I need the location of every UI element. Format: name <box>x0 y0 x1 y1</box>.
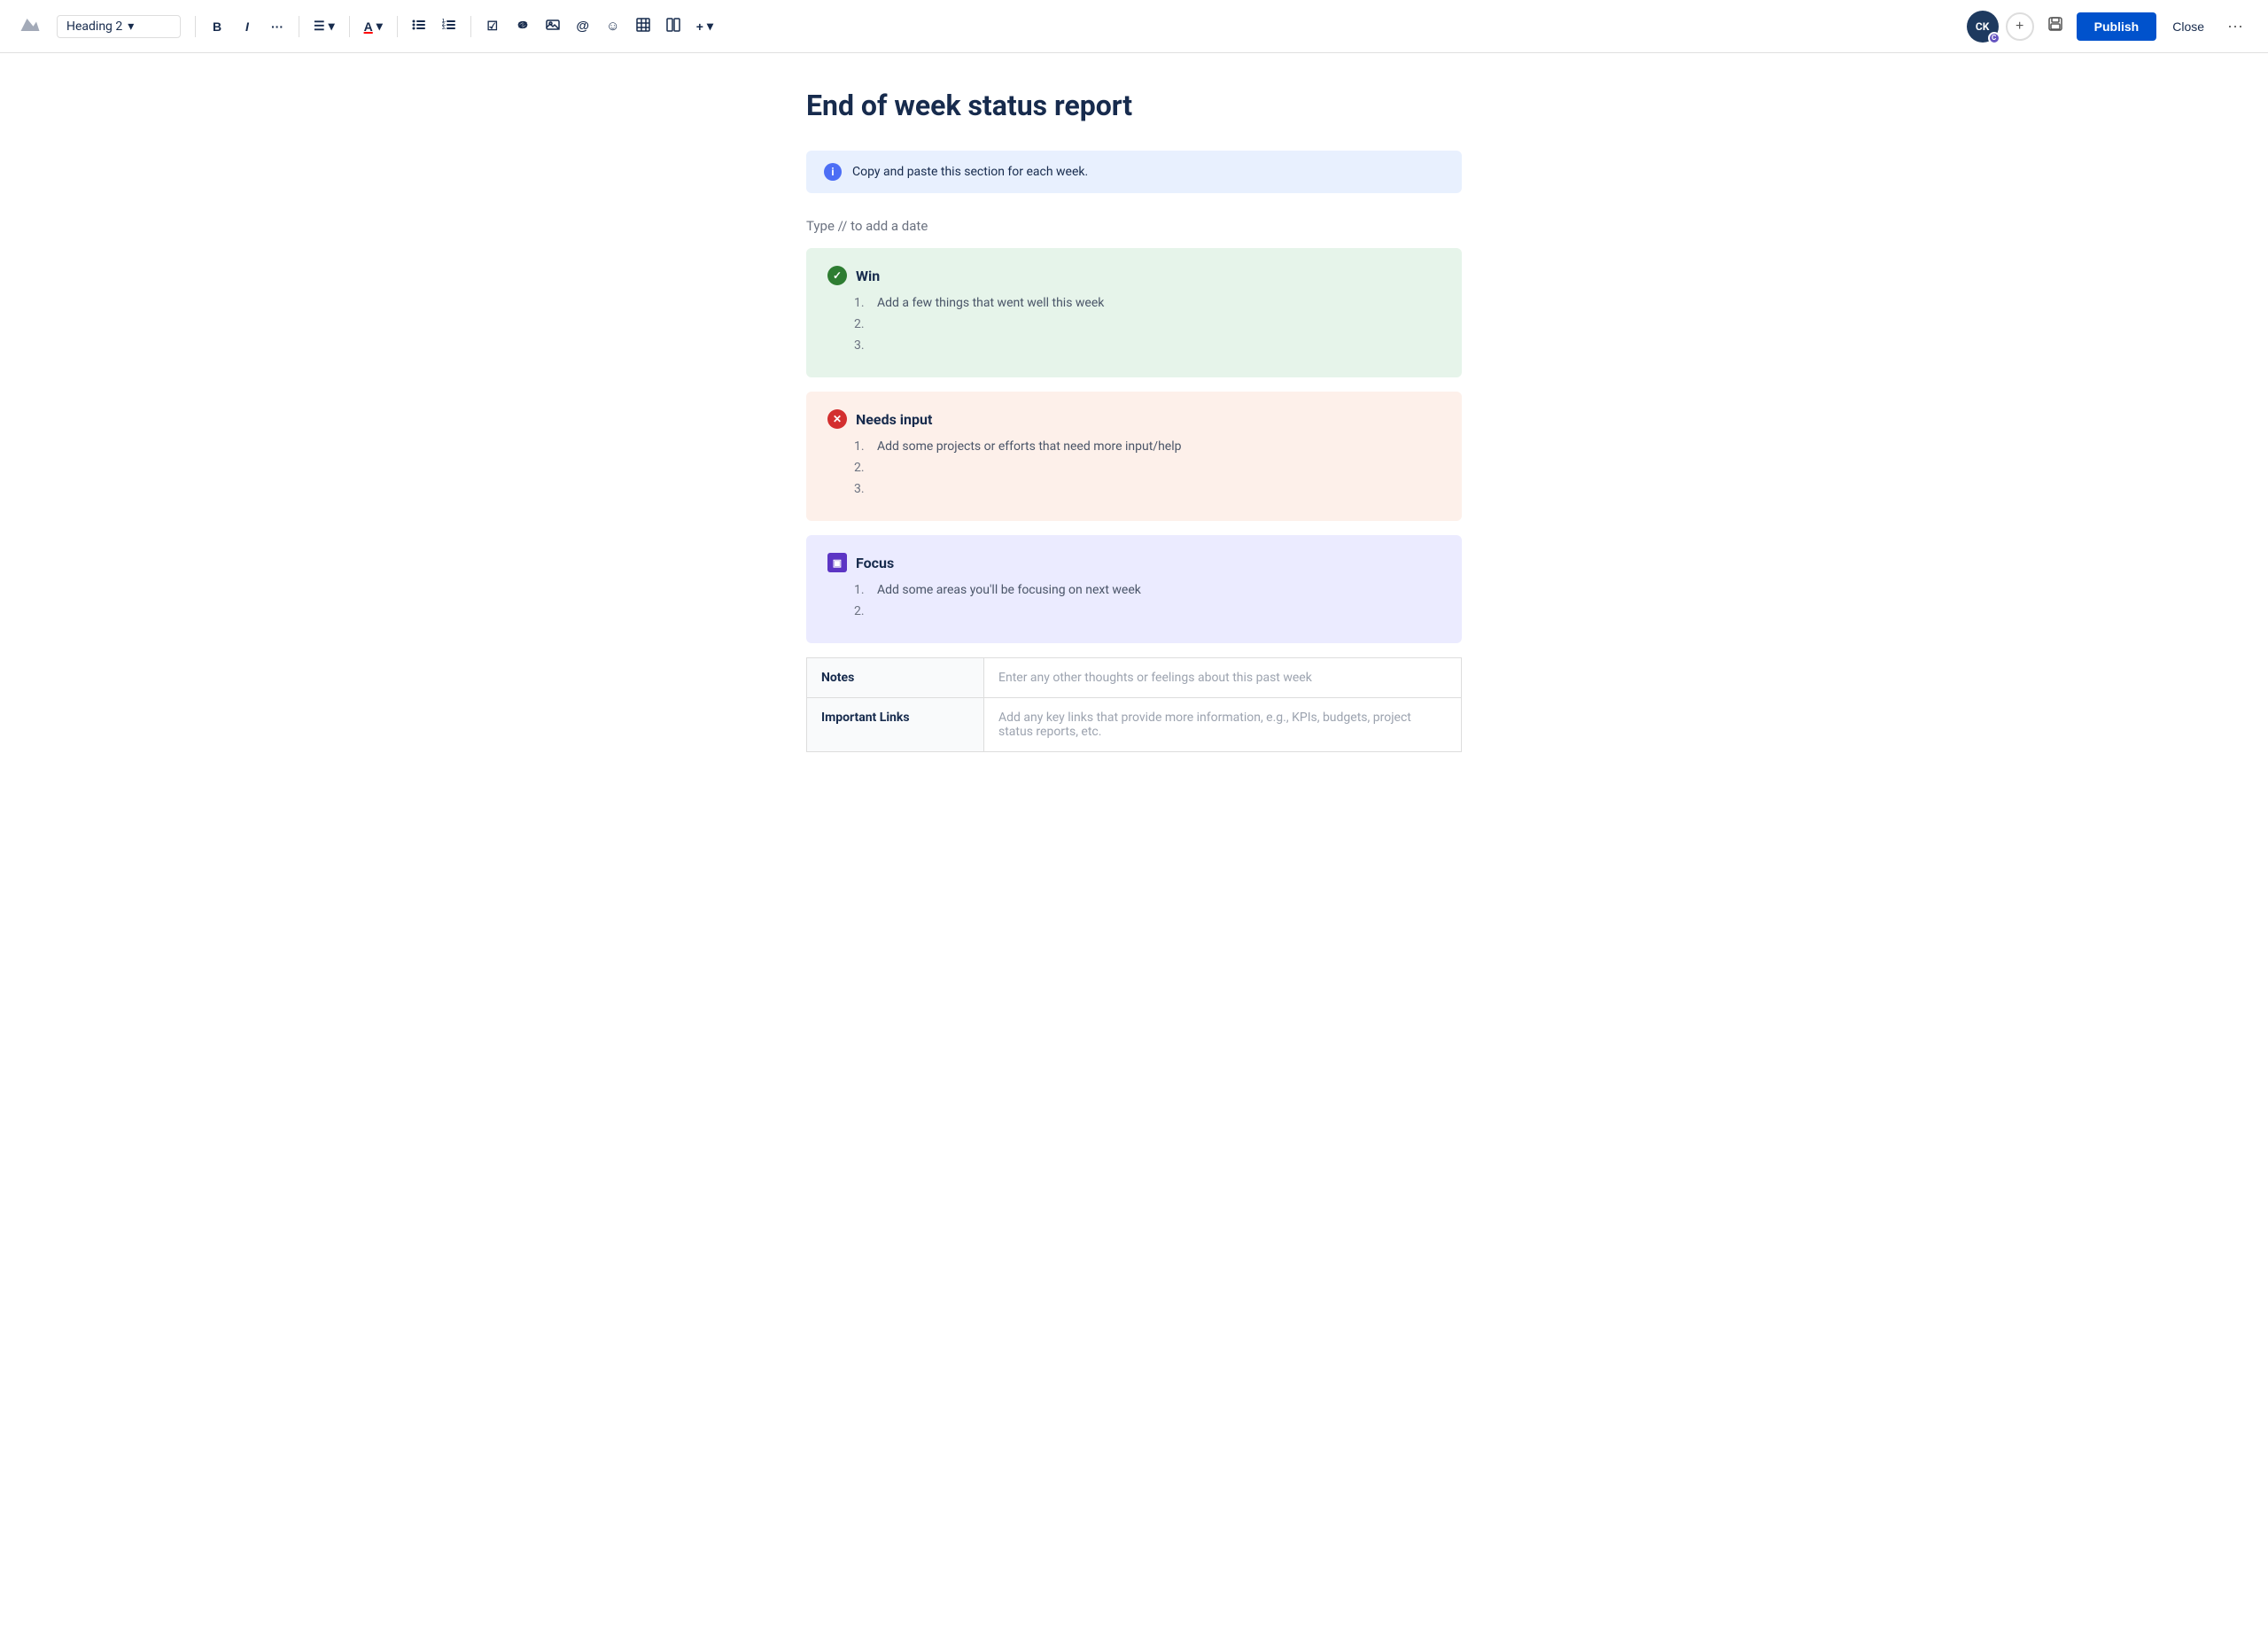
main-wrapper: End of week status report i Copy and pas… <box>0 53 2268 1639</box>
focus-panel-title: Focus <box>856 555 894 571</box>
user-avatar: CK C <box>1967 11 1999 43</box>
focus-panel-header: ▣ Focus <box>827 553 1441 572</box>
save-icon <box>2047 16 2063 36</box>
chevron-down-icon: ▾ <box>128 19 134 34</box>
heading-selector[interactable]: Heading 2 ▾ <box>57 15 181 38</box>
text-color-group: A ▾ <box>357 12 390 41</box>
layout-icon <box>666 18 680 35</box>
notes-table: Notes Enter any other thoughts or feelin… <box>806 657 1462 752</box>
toolbar-divider-5 <box>470 16 471 37</box>
list-item: 1. Add a few things that went well this … <box>854 296 1441 310</box>
more-icon: ··· <box>2227 17 2243 35</box>
image-button[interactable] <box>539 12 567 41</box>
avatar-group: CK C <box>1967 11 1999 43</box>
needs-input-panel: ✕ Needs input 1. Add some projects or ef… <box>806 392 1462 521</box>
focus-panel: ▣ Focus 1. Add some areas you'll be focu… <box>806 535 1462 643</box>
notes-label: Notes <box>807 658 984 698</box>
task-button[interactable]: ☑ <box>478 12 507 41</box>
image-icon <box>546 18 560 35</box>
toolbar-right: CK C + Publish Close ··· <box>1967 11 2250 43</box>
align-group: ☰ ▾ <box>307 12 342 41</box>
win-panel-list: 1. Add a few things that went well this … <box>827 296 1441 353</box>
win-panel-header: ✓ Win <box>827 266 1441 285</box>
align-button[interactable]: ☰ ▾ <box>307 12 342 41</box>
toolbar-divider-4 <box>397 16 398 37</box>
win-panel: ✓ Win 1. Add a few things that went well… <box>806 248 1462 377</box>
focus-icon: ▣ <box>827 553 847 572</box>
text-color-icon: A <box>364 19 373 34</box>
format-group: B I ··· <box>203 12 291 41</box>
bold-button[interactable]: B <box>203 12 231 41</box>
needs-input-icon: ✕ <box>827 409 847 429</box>
needs-input-panel-list: 1. Add some projects or efforts that nee… <box>827 439 1441 496</box>
win-icon: ✓ <box>827 266 847 285</box>
focus-item-1[interactable]: Add some areas you'll be focusing on nex… <box>877 583 1141 597</box>
text-color-chevron-icon: ▾ <box>377 19 383 34</box>
info-banner: i Copy and paste this section for each w… <box>806 151 1462 193</box>
content-area: End of week status report i Copy and pas… <box>753 53 1515 823</box>
toolbar-divider-3 <box>349 16 350 37</box>
toolbar: Heading 2 ▾ B I ··· ☰ ▾ A ▾ <box>0 0 2268 53</box>
info-banner-text: Copy and paste this section for each wee… <box>852 165 1088 179</box>
list-item: 2. <box>854 604 1441 618</box>
table-row: Notes Enter any other thoughts or feelin… <box>807 658 1462 698</box>
table-button[interactable] <box>629 12 657 41</box>
mention-icon: @ <box>576 19 589 34</box>
layout-button[interactable] <box>659 12 687 41</box>
needs-input-item-1[interactable]: Add some projects or efforts that need m… <box>877 439 1181 454</box>
needs-input-panel-title: Needs input <box>856 411 932 428</box>
app-logo <box>18 12 43 41</box>
toolbar-divider-1 <box>195 16 196 37</box>
important-links-label: Important Links <box>807 698 984 752</box>
list-item: 1. Add some projects or efforts that nee… <box>854 439 1441 454</box>
publish-button[interactable]: Publish <box>2077 12 2157 41</box>
text-color-button[interactable]: A ▾ <box>357 12 390 41</box>
add-collaborator-button[interactable]: + <box>2006 12 2034 41</box>
more-format-button[interactable]: ··· <box>263 12 291 41</box>
svg-text:3.: 3. <box>442 26 447 31</box>
italic-button[interactable]: I <box>233 12 261 41</box>
heading-selector-label: Heading 2 <box>66 19 122 34</box>
needs-input-panel-header: ✕ Needs input <box>827 409 1441 429</box>
important-links-value[interactable]: Add any key links that provide more info… <box>984 698 1462 752</box>
link-icon <box>516 18 530 35</box>
more-options-button[interactable]: ··· <box>2220 13 2250 39</box>
win-item-1[interactable]: Add a few things that went well this wee… <box>877 296 1104 310</box>
notes-value[interactable]: Enter any other thoughts or feelings abo… <box>984 658 1462 698</box>
table-row: Important Links Add any key links that p… <box>807 698 1462 752</box>
avatar-badge: C <box>1988 32 2000 44</box>
insert-more-button[interactable]: + ▾ <box>689 12 720 41</box>
insert-group: ☑ @ ☺ + ▾ <box>478 12 720 41</box>
info-icon: i <box>824 163 842 181</box>
insert-chevron-icon: ▾ <box>707 19 713 34</box>
table-icon <box>636 18 650 35</box>
ordered-list-icon: 1.2.3. <box>442 18 456 35</box>
focus-panel-list: 1. Add some areas you'll be focusing on … <box>827 583 1441 618</box>
task-icon: ☑ <box>486 19 498 34</box>
list-group: 1.2.3. <box>405 12 463 41</box>
emoji-button[interactable]: ☺ <box>599 12 627 41</box>
link-button[interactable] <box>509 12 537 41</box>
align-icon: ☰ <box>314 19 325 34</box>
list-item: 2. <box>854 317 1441 331</box>
close-button[interactable]: Close <box>2163 12 2213 41</box>
bullet-list-button[interactable] <box>405 12 433 41</box>
date-prompt[interactable]: Type // to add a date <box>806 218 1462 234</box>
emoji-icon: ☺ <box>606 19 619 34</box>
page-title[interactable]: End of week status report <box>806 89 1462 122</box>
ordered-list-button[interactable]: 1.2.3. <box>435 12 463 41</box>
mention-button[interactable]: @ <box>569 12 597 41</box>
list-item: 2. <box>854 461 1441 475</box>
save-button[interactable] <box>2041 12 2070 41</box>
win-panel-title: Win <box>856 268 880 284</box>
align-chevron-icon: ▾ <box>329 19 335 34</box>
bullet-list-icon <box>412 18 426 35</box>
plus-icon: + <box>696 19 703 34</box>
list-item: 3. <box>854 338 1441 353</box>
list-item: 3. <box>854 482 1441 496</box>
list-item: 1. Add some areas you'll be focusing on … <box>854 583 1441 597</box>
